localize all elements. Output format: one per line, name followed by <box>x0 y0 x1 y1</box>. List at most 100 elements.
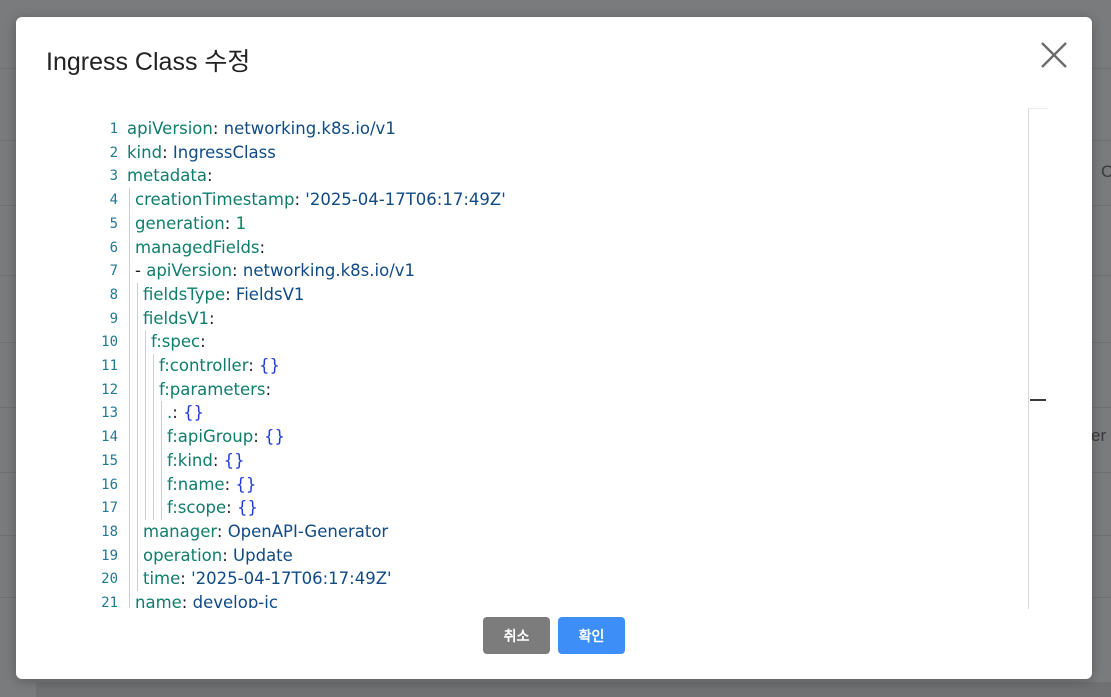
yaml-key: f:kind <box>167 450 213 470</box>
yaml-value: FieldsV1 <box>235 284 305 304</box>
yaml-value: IngressClass <box>172 142 276 162</box>
yaml-punctuation: : <box>172 403 184 423</box>
yaml-punctuation: : <box>226 498 237 518</box>
yaml-value: {} <box>235 474 257 494</box>
line-number: 1 <box>109 121 118 137</box>
yaml-key: f:controller <box>159 356 249 375</box>
line-number: 11 <box>101 358 118 374</box>
yaml-value: {} <box>264 427 285 447</box>
yaml-value: {} <box>236 498 258 518</box>
line-number: 5 <box>109 215 118 232</box>
line-number: 6 <box>109 239 118 256</box>
yaml-value: '2025-04-17T06:17:49Z' <box>191 569 392 589</box>
yaml-punctuation: : <box>208 308 215 328</box>
yaml-punctuation: : <box>225 284 236 304</box>
indent-guide <box>129 188 130 608</box>
yaml-punctuation: : <box>224 474 236 494</box>
yaml-key: manager <box>143 521 217 541</box>
dialog-title: Ingress Class 수정 <box>46 48 251 76</box>
yaml-key: f:name <box>167 474 225 494</box>
scrollbar-position-marker <box>1030 399 1046 401</box>
yaml-key: kind <box>127 142 163 162</box>
yaml-value: {} <box>183 403 205 423</box>
yaml-punctuation: : <box>162 142 173 162</box>
yaml-punctuation: - <box>135 261 147 281</box>
code-line: generation: 1 <box>135 212 246 236</box>
code-line: time: '2025-04-17T06:17:49Z' <box>143 567 392 591</box>
yaml-key: apiVersion <box>127 119 213 138</box>
code-line: operation: Update <box>143 544 293 568</box>
code-line: kind: IngressClass <box>127 141 276 165</box>
yaml-key: fieldsType <box>143 284 226 304</box>
yaml-value: {} <box>223 450 245 470</box>
yaml-punctuation: : <box>265 379 272 399</box>
line-number: 13 <box>101 405 118 422</box>
line-number: 15 <box>101 452 118 469</box>
background-footer <box>36 682 1111 697</box>
code-line: name: develop-ic <box>135 591 278 608</box>
yaml-code-editor[interactable]: 1 apiVersion: networking.k8s.io/v1 2 kind: … <box>74 105 1074 608</box>
editor-scrollbar[interactable] <box>1028 108 1048 609</box>
code-line: f:apiGroup: {} <box>167 425 285 449</box>
line-number: 4 <box>109 192 118 209</box>
yaml-key: fieldsV1 <box>143 308 209 328</box>
yaml-punctuation: : <box>248 356 260 375</box>
yaml-key: operation <box>143 545 223 565</box>
yaml-punctuation: : <box>180 569 192 589</box>
code-line: f:name: {} <box>167 473 256 497</box>
line-number: 2 <box>109 144 118 161</box>
yaml-value: networking.k8s.io/v1 <box>242 261 416 281</box>
yaml-value: Update <box>233 545 293 565</box>
indent-guide <box>153 354 154 520</box>
line-number: 8 <box>109 286 118 303</box>
yaml-punctuation: : <box>224 213 236 233</box>
yaml-key: f:parameters <box>159 379 266 399</box>
edit-ingress-class-dialog: Ingress Class 수정 1 apiVersion: networking… <box>16 17 1092 679</box>
line-number: 16 <box>101 476 118 493</box>
yaml-key: metadata <box>127 166 207 186</box>
code-line: f:spec: <box>151 330 206 354</box>
cancel-button[interactable]: 취소 <box>483 617 550 654</box>
code-line: metadata: <box>127 164 213 188</box>
yaml-value: develop-ic <box>192 593 278 608</box>
yaml-value: '2025-04-17T06:17:49Z' <box>305 190 506 210</box>
yaml-value: 1 <box>235 213 247 233</box>
close-icon <box>1041 42 1067 68</box>
code-line: apiVersion: networking.k8s.io/v1 <box>127 117 396 141</box>
yaml-key: generation <box>135 213 225 233</box>
line-number: 17 <box>101 500 118 517</box>
code-line: fieldsType: FieldsV1 <box>143 283 304 307</box>
yaml-punctuation: : <box>181 593 193 608</box>
yaml-value: networking.k8s.io/v1 <box>223 119 396 138</box>
yaml-value: OpenAPI-Generator <box>227 521 389 541</box>
background-partial-text: er <box>1091 426 1107 445</box>
code-line: - apiVersion: networking.k8s.io/v1 <box>135 259 415 283</box>
line-number: 18 <box>101 523 118 540</box>
yaml-key: creationTimestamp <box>135 190 295 210</box>
code-line: f:kind: {} <box>167 449 245 473</box>
line-number: 21 <box>101 595 118 608</box>
yaml-punctuation: : <box>259 237 266 257</box>
line-number: 3 <box>109 168 118 185</box>
yaml-punctuation: : <box>253 427 264 447</box>
indent-guide <box>161 401 162 520</box>
line-number: 12 <box>101 381 118 398</box>
yaml-value: {} <box>259 356 281 375</box>
line-number: 9 <box>109 310 118 327</box>
line-number: 14 <box>101 429 118 446</box>
line-number: 7 <box>109 263 118 280</box>
line-number: 10 <box>101 334 118 351</box>
code-line: f:scope: {} <box>167 496 258 520</box>
yaml-punctuation: : <box>200 332 206 352</box>
yaml-key: name <box>135 593 182 608</box>
yaml-punctuation: : <box>212 119 224 138</box>
confirm-button[interactable]: 확인 <box>558 617 625 654</box>
code-line: creationTimestamp: '2025-04-17T06:17:49Z… <box>135 188 506 212</box>
indent-guide <box>137 282 138 591</box>
yaml-key: f:scope <box>167 498 227 518</box>
code-line: managedFields: <box>135 236 265 260</box>
yaml-punctuation: : <box>206 166 213 186</box>
close-button[interactable] <box>1038 39 1070 71</box>
yaml-key: apiVersion <box>146 261 233 281</box>
code-line: f:parameters: <box>159 378 271 402</box>
